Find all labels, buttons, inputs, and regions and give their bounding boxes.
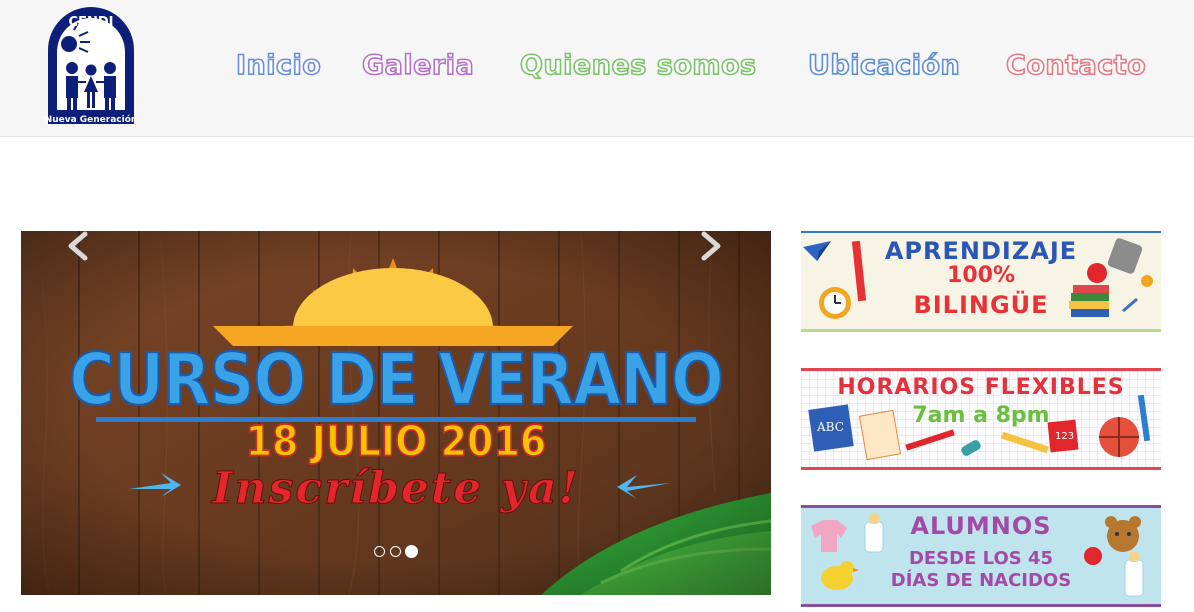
banner-students-line1: DESDE LOS 45 xyxy=(908,548,1054,569)
banner-students[interactable]: ALUMNOS DESDE LOS 45 DÍAS DE NACIDOS xyxy=(801,505,1161,607)
chevron-right-icon[interactable] xyxy=(698,231,724,261)
banner-schedule[interactable]: ABC 123 HORARIOS FLEXIBLES 7am a 8pm xyxy=(801,368,1161,470)
slider-dot-2[interactable] xyxy=(390,546,401,557)
banner-schedule-hours: 7am a 8pm xyxy=(912,403,1050,428)
nav-quienes-somos[interactable]: Quienes somos xyxy=(519,46,757,86)
banner-bilingual-subtitle: BILINGÜE xyxy=(913,291,1049,319)
nav-ubicacion[interactable]: Ubicación xyxy=(807,46,960,86)
banner-bilingual[interactable]: APRENDIZAJE 100% BILINGÜE xyxy=(801,231,1161,332)
banner-schedule-title: HORARIOS FLEXIBLES xyxy=(837,375,1125,400)
slide-title: CURSO DE VERANO xyxy=(68,336,725,422)
nav-galeria[interactable]: Galeria xyxy=(361,46,474,86)
slide-date: 18 JULIO 2016 xyxy=(245,416,547,466)
book-123-text: 123 xyxy=(1055,431,1074,442)
nav-contacto[interactable]: Contacto xyxy=(1005,46,1146,86)
slider-pagination xyxy=(374,545,424,560)
chevron-left-icon[interactable] xyxy=(65,231,91,261)
banner-students-title: ALUMNOS xyxy=(910,512,1052,540)
main-nav: Inicio Galeria Quienes somos Ubicación C… xyxy=(0,46,1194,90)
nav-inicio[interactable]: Inicio xyxy=(235,46,321,86)
banner-bilingual-percent: 100% xyxy=(947,263,1015,288)
site-header: CENDI Nueva Generación Inicio Galeria Qu… xyxy=(0,0,1194,137)
hero-slider[interactable]: CURSO DE VERANO 18 JULIO 2016 Inscríbete… xyxy=(21,231,771,595)
slide-cta: Inscríbete ya! xyxy=(212,463,580,515)
logo-top-text: CENDI xyxy=(69,15,114,30)
logo-bottom-text: Nueva Generación xyxy=(45,114,138,125)
slider-dot-3[interactable] xyxy=(405,545,418,558)
book-abc-text: ABC xyxy=(816,420,844,434)
banner-bilingual-title: APRENDIZAJE xyxy=(884,237,1078,265)
banner-students-line2: DÍAS DE NACIDOS xyxy=(890,570,1072,591)
slider-dot-1[interactable] xyxy=(374,546,385,557)
